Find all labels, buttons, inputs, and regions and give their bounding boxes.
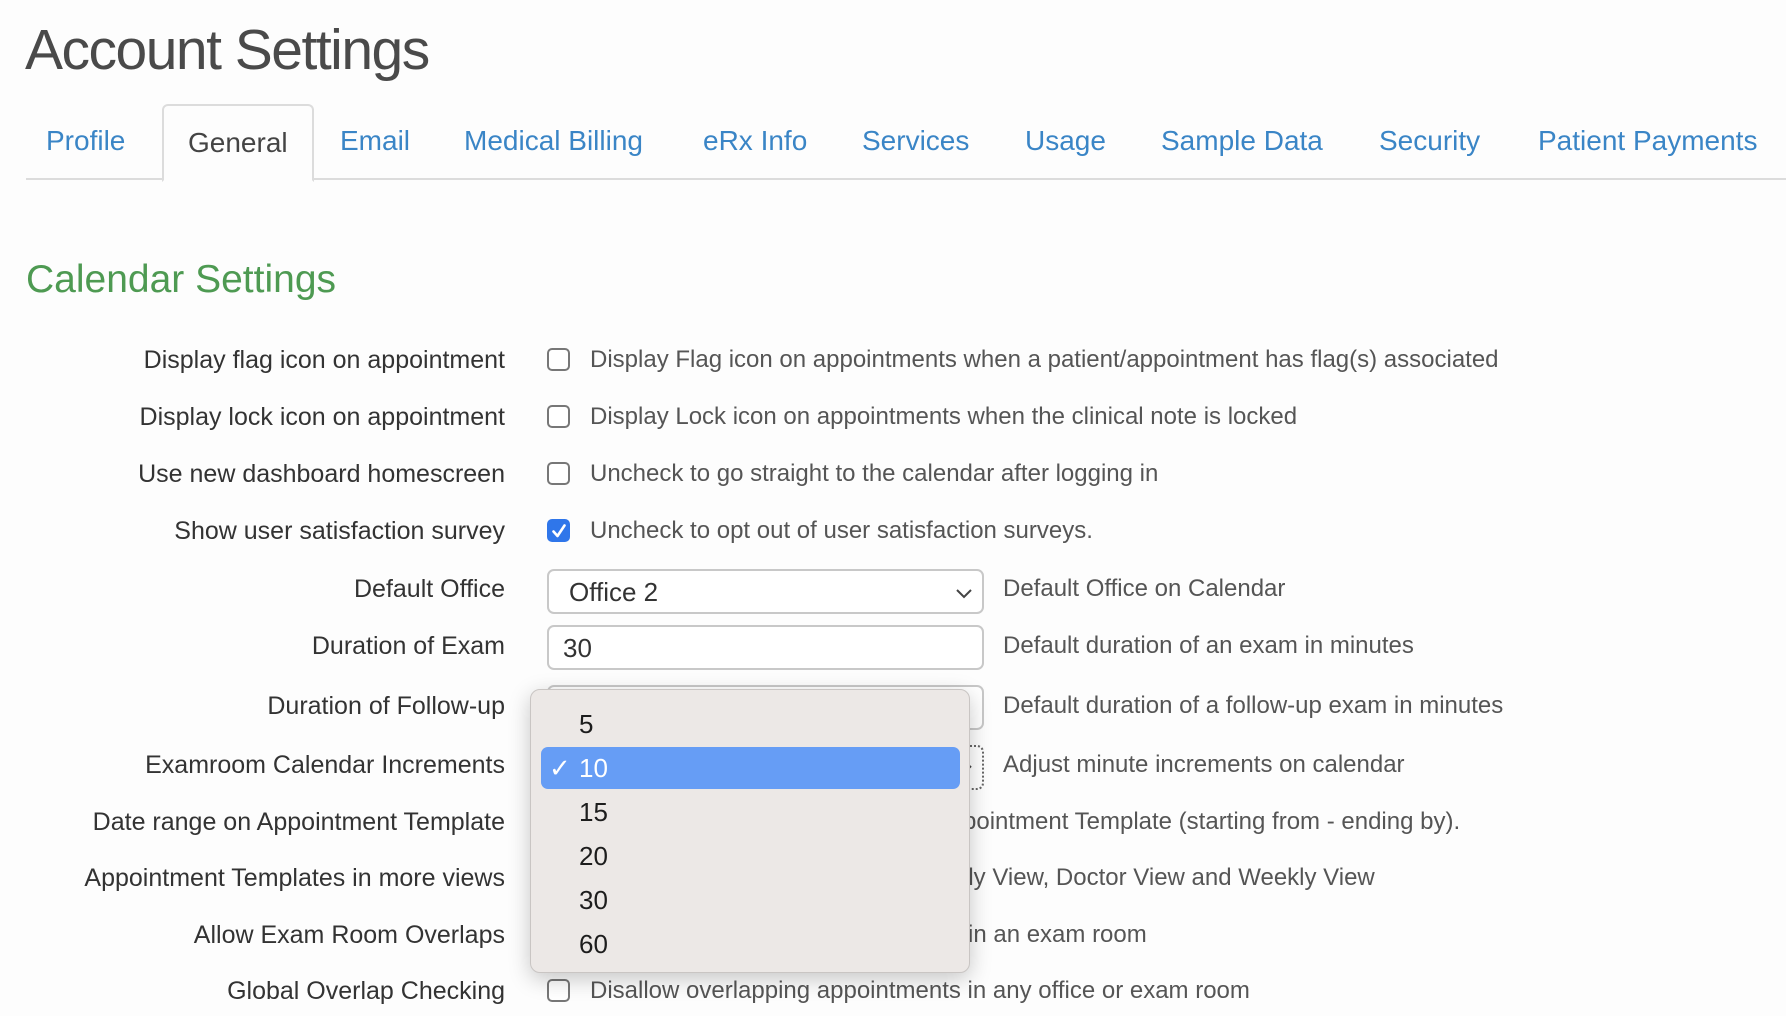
setting-description: in an exam room	[968, 921, 1147, 948]
setting-label: Duration of Exam	[311, 632, 505, 660]
setting-label: Global Overlap Checking	[227, 977, 505, 1005]
setting-label: Allow Exam Room Overlaps	[193, 921, 505, 949]
exam-duration-input[interactable]: 30	[547, 625, 984, 670]
tab-general[interactable]: General	[162, 104, 314, 182]
default-office-select[interactable]: Office 2	[547, 569, 984, 614]
setting-label: Show user satisfaction survey	[174, 517, 505, 545]
setting-description: Default duration of a follow-up exam in …	[1003, 692, 1504, 719]
dropdown-option-10[interactable]: ✓ 10	[541, 747, 960, 789]
setting-row-flag-icon: Display flag icon on appointment Display…	[0, 335, 1786, 385]
setting-label: Date range on Appointment Template	[92, 808, 505, 836]
setting-description: Uncheck to opt out of user satisfaction …	[590, 517, 1093, 544]
tab-sample-data[interactable]: Sample Data	[1161, 104, 1323, 178]
survey-checkbox[interactable]	[547, 519, 570, 542]
dropdown-option-20[interactable]: 20	[541, 835, 960, 877]
setting-description: Display Flag icon on appointments when a…	[590, 346, 1499, 373]
increments-dropdown-menu: 5 ✓ 10 15 20 30 60	[530, 689, 970, 973]
lock-icon-checkbox[interactable]	[547, 405, 570, 428]
setting-description: Display Lock icon on appointments when t…	[590, 403, 1298, 430]
dashboard-checkbox[interactable]	[547, 462, 570, 485]
tab-email[interactable]: Email	[340, 104, 410, 178]
tab-usage[interactable]: Usage	[1025, 104, 1106, 178]
checkmark-icon: ✓	[549, 753, 571, 783]
setting-row-survey: Show user satisfaction survey Uncheck to…	[0, 506, 1786, 556]
setting-label: Default Office	[353, 575, 505, 603]
dropdown-option-30[interactable]: 30	[541, 879, 960, 921]
setting-label: Display flag icon on appointment	[143, 346, 505, 374]
page-title: Account Settings	[25, 18, 430, 82]
setting-label: Examroom Calendar Increments	[145, 751, 505, 779]
setting-description: Disallow overlapping appointments in any…	[590, 977, 1250, 1004]
setting-description: ily View, Doctor View and Weekly View	[963, 864, 1375, 891]
settings-tabs: Profile General Email Medical Billing eR…	[26, 104, 1786, 182]
tab-services[interactable]: Services	[862, 104, 969, 178]
dropdown-option-15[interactable]: 15	[541, 791, 960, 833]
chevron-down-icon	[956, 589, 972, 599]
setting-row-exam-duration: Duration of Exam 30 Default duration of …	[0, 621, 1786, 671]
checkmark-icon	[552, 524, 566, 538]
dropdown-option-5[interactable]: 5	[541, 703, 960, 745]
tab-profile[interactable]: Profile	[46, 104, 125, 178]
section-title: Calendar Settings	[26, 258, 337, 301]
tab-erx-info[interactable]: eRx Info	[703, 104, 807, 178]
setting-description: pointment Template (starting from - endi…	[963, 808, 1461, 835]
setting-label: Display lock icon on appointment	[139, 403, 505, 431]
global-overlap-checkbox[interactable]	[547, 979, 570, 1002]
setting-description: Default duration of an exam in minutes	[1003, 632, 1414, 659]
setting-row-dashboard: Use new dashboard homescreen Uncheck to …	[0, 449, 1786, 499]
select-value: Office 2	[569, 577, 659, 607]
setting-label: Duration of Follow-up	[267, 692, 505, 720]
setting-description: Adjust minute increments on calendar	[1003, 751, 1405, 778]
setting-label: Use new dashboard homescreen	[138, 460, 505, 488]
tab-patient-payments[interactable]: Patient Payments	[1538, 104, 1757, 178]
flag-icon-checkbox[interactable]	[547, 348, 570, 371]
tab-medical-billing[interactable]: Medical Billing	[464, 104, 643, 178]
setting-row-default-office: Default Office Office 2 Default Office o…	[0, 564, 1786, 614]
setting-description: Uncheck to go straight to the calendar a…	[590, 460, 1159, 487]
setting-label: Appointment Templates in more views	[84, 864, 505, 892]
setting-description: Default Office on Calendar	[1003, 575, 1286, 602]
dropdown-option-60[interactable]: 60	[541, 923, 960, 965]
tab-security[interactable]: Security	[1379, 104, 1480, 178]
input-value: 30	[563, 633, 592, 663]
setting-row-global-overlap: Global Overlap Checking Disallow overlap…	[0, 966, 1786, 1016]
setting-row-lock-icon: Display lock icon on appointment Display…	[0, 392, 1786, 442]
